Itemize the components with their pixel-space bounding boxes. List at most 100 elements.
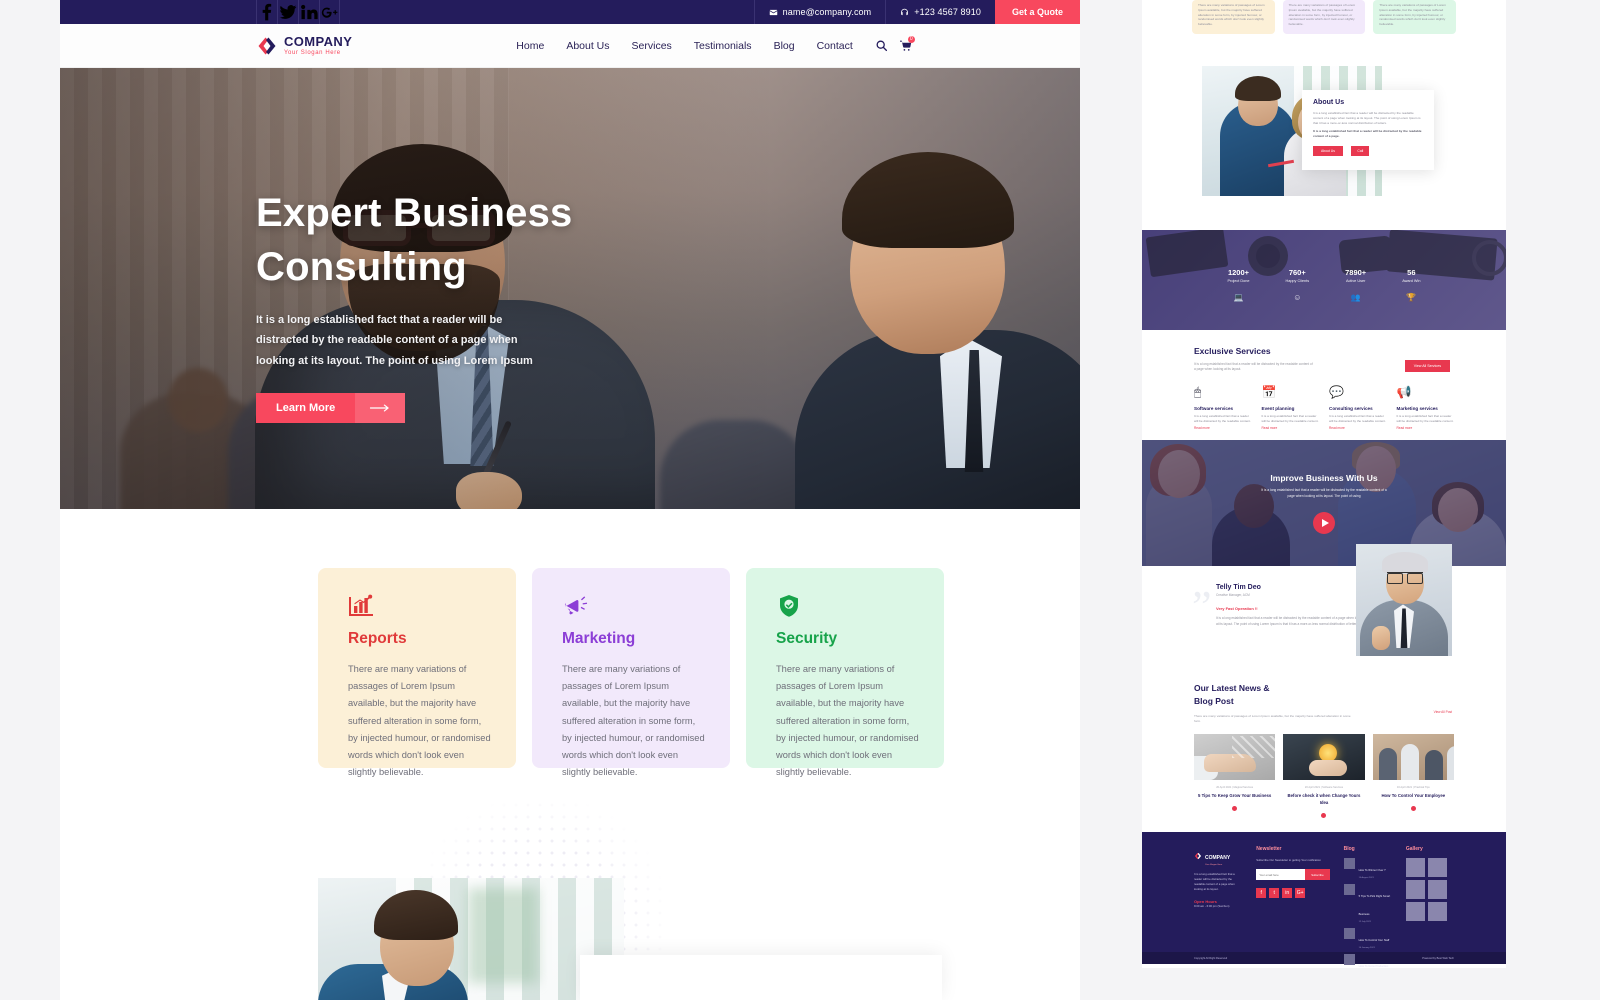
side-services-lead: It is a long established fact that a rea… [1194, 362, 1313, 372]
blog-post-dot-icon [1232, 806, 1238, 812]
view-all-services-button[interactable]: View All Services [1404, 360, 1450, 372]
play-icon[interactable] [1313, 511, 1335, 534]
service-item-marketing[interactable]: 📢 Marketing services It is a long establ… [1397, 385, 1455, 431]
footer-about-text: It is a long established fact that a rea… [1194, 872, 1235, 892]
service-read-more[interactable]: Read more [1329, 426, 1387, 430]
newsletter-email-input[interactable] [1256, 869, 1306, 881]
feature-card-body: There are many variations of passages of… [348, 664, 491, 778]
footer-post-title: How To Control Your Staff [1358, 939, 1390, 943]
blog-post-meta: 16 April 2021 | Practical Tips [1396, 786, 1430, 790]
footer-blog-title: Blog [1343, 846, 1355, 853]
nav-item-contact[interactable]: Contact [817, 40, 853, 52]
stat-number: 760+ [1288, 268, 1306, 277]
service-item-software[interactable]: 🖱 Software services It is a long establi… [1194, 385, 1252, 431]
side-blog-grid: 20 April 2021 | Magical Services 5 Tips … [1194, 734, 1454, 819]
blog-post-card[interactable]: 20 April 2021 | Software Services Before… [1283, 734, 1365, 819]
gallery-thumb[interactable] [1427, 880, 1447, 900]
gallery-thumb[interactable] [1427, 902, 1447, 922]
google-plus-icon[interactable] [319, 0, 340, 24]
side-card-marketing[interactable]: There are many variations of passages of… [1282, 0, 1366, 34]
learn-more-button[interactable]: Learn More [256, 393, 406, 424]
service-name: Marketing services [1396, 405, 1438, 411]
subscribe-button[interactable]: Subscribe [1305, 869, 1330, 881]
footer-logo-name: COMPANY [1205, 855, 1231, 862]
gallery-thumb[interactable] [1405, 880, 1425, 900]
feature-card-marketing[interactable]: Marketing There are many variations of p… [532, 568, 730, 777]
footer-blog-post[interactable]: How To Winner Over ? 15 August 2021 [1343, 858, 1392, 879]
side-card-body: There are many variations of passages of… [1198, 3, 1265, 27]
hero-title: Expert Business Consulting [256, 186, 736, 294]
footer-post-date: 12 July 2021 [1358, 921, 1372, 924]
service-read-more[interactable]: Read more [1262, 426, 1320, 430]
nav-item-home[interactable]: Home [516, 40, 544, 52]
footer-blog-post[interactable]: 5 Tips To Pick Right Smart Business 12 Ju… [1343, 884, 1392, 924]
site-logo[interactable]: COMPANY Your Slogan Here [256, 35, 352, 57]
search-icon[interactable] [875, 39, 888, 52]
footer-col-blog: Blog How To Winner Over ? 15 August 2021 … [1343, 846, 1392, 968]
blog-post-card[interactable]: 16 April 2021 | Practical Tips How To Co… [1372, 734, 1454, 818]
footer-designed-by: Powered by Best Web Tech [1422, 956, 1454, 960]
blog-post-card[interactable]: 20 April 2021 | Magical Services 5 Tips … [1194, 734, 1276, 818]
stat-award-win: 56 Award Win 🏆 [1402, 268, 1420, 302]
cart-icon[interactable]: 0 [899, 36, 915, 52]
footer-blog-post[interactable]: How To Grow Production8 February 2021 [1343, 954, 1392, 968]
service-read-more[interactable]: Read more [1397, 426, 1455, 430]
service-body: It is a long established fact that a rea… [1396, 413, 1454, 423]
topbar-phone[interactable]: +123 4567 8910 [885, 0, 995, 24]
hero-title-line2: Consulting [256, 245, 467, 289]
side-card-security[interactable]: There are many variations of passages of… [1373, 0, 1457, 34]
service-name: Event planning [1261, 405, 1295, 411]
side-video-body: It is a long established fact that a rea… [1261, 488, 1387, 498]
headset-icon [900, 8, 909, 17]
view-all-post-link[interactable]: View All Post [1434, 710, 1452, 714]
linkedin-icon[interactable]: in [1282, 888, 1293, 899]
gallery-thumb[interactable] [1427, 858, 1447, 878]
envelope-icon [769, 8, 778, 17]
stat-number: 56 [1407, 268, 1416, 277]
side-services-grid: 🖱 Software services It is a long establi… [1194, 385, 1454, 431]
nav-item-testimonials[interactable]: Testimonials [694, 40, 752, 52]
footer-blog-post[interactable]: How To Control Your Staff 10 January 2021 [1343, 928, 1392, 950]
side-feature-cards: There are many variations of passages of… [1142, 0, 1506, 34]
feature-card-security[interactable]: Security There are many variations of pa… [746, 568, 944, 777]
linkedin-icon[interactable] [298, 0, 319, 24]
footer-gallery-title: Gallery [1405, 846, 1423, 853]
nav-item-blog[interactable]: Blog [774, 40, 795, 52]
footer-socials: f t in G+ [1256, 888, 1329, 899]
feature-card-body: There are many variations of passages of… [776, 664, 919, 778]
gallery-thumb[interactable] [1405, 902, 1425, 922]
feature-card-reports[interactable]: Reports There are many variations of pas… [318, 568, 516, 777]
feature-card-body: There are many variations of passages of… [562, 664, 705, 778]
footer-logo[interactable]: COMPANY Your Slogan Here [1194, 846, 1242, 866]
hero-title-line1: Expert Business [256, 191, 573, 235]
side-call-button[interactable]: Call [1351, 145, 1370, 156]
twitter-icon[interactable] [277, 0, 298, 24]
footer-col-company: COMPANY Your Slogan Here It is a long es… [1194, 846, 1242, 938]
service-name: Software services [1194, 405, 1234, 411]
footer-post-thumb [1343, 884, 1355, 896]
service-item-event[interactable]: 📅 Event planning It is a long establishe… [1262, 385, 1320, 431]
service-item-consulting[interactable]: 💬 Consulting services It is a long estab… [1329, 385, 1387, 431]
nav-item-services[interactable]: Services [632, 40, 672, 52]
footer-gallery-grid [1405, 858, 1454, 922]
get-a-quote-button[interactable]: Get a Quote [994, 0, 1080, 24]
footer-post-date: 10 January 2021 [1358, 947, 1375, 950]
service-read-more[interactable]: Read more [1194, 426, 1252, 430]
feature-card-title: Marketing [562, 630, 636, 647]
twitter-icon[interactable]: t [1269, 888, 1280, 899]
footer-hours-value: 9:00 am - 6:00 pm (Sat-Sun) [1194, 904, 1230, 909]
facebook-icon[interactable]: f [1256, 888, 1267, 899]
gallery-thumb[interactable] [1405, 858, 1425, 878]
side-blog-section: Our Latest News & Blog Post There are ma… [1142, 676, 1506, 819]
nav-item-about-us[interactable]: About Us [566, 40, 609, 52]
facebook-icon[interactable] [256, 0, 277, 24]
google-plus-icon[interactable]: G+ [1295, 888, 1306, 899]
side-services-section: Exclusive Services It is a long establis… [1142, 330, 1506, 440]
newsletter-form: Subscribe [1256, 869, 1330, 881]
topbar-email[interactable]: name@company.com [753, 0, 886, 24]
side-about-button[interactable]: About Us [1313, 145, 1343, 156]
blog-post-title: How To Control Your Employee [1381, 793, 1446, 799]
side-card-reports[interactable]: There are many variations of passages of… [1192, 0, 1275, 34]
feature-card-title: Reports [348, 630, 407, 647]
